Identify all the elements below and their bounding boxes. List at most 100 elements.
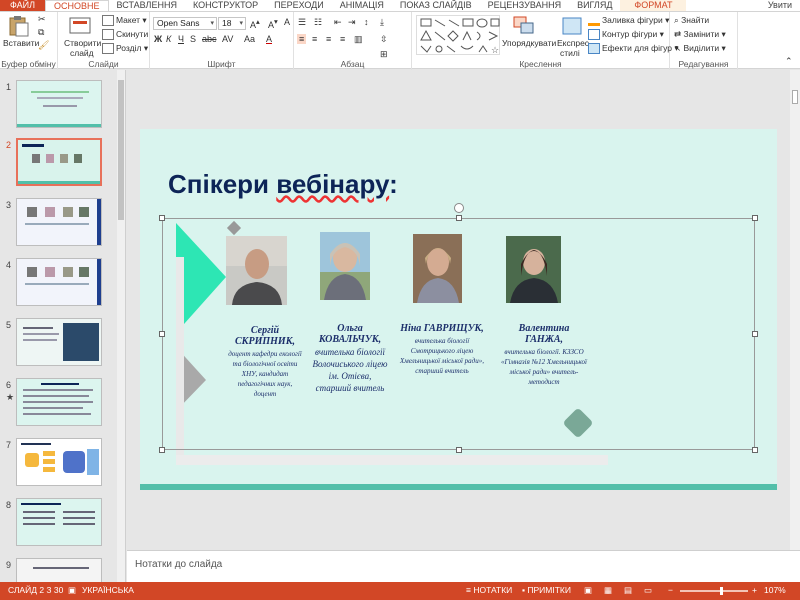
zoom-level[interactable]: 107%	[764, 585, 786, 595]
slide-thumbnail-1[interactable]	[16, 80, 102, 128]
copy-icon[interactable]: ⧉	[38, 27, 44, 38]
tab-review[interactable]: РЕЦЕНЗУВАННЯ	[480, 0, 569, 11]
comments-toggle[interactable]: ▪ ПРИМІТКИ	[522, 585, 571, 595]
align-right-icon[interactable]: ≡	[326, 34, 331, 44]
scrollbar-thumb[interactable]	[792, 90, 798, 104]
resize-handle[interactable]	[159, 331, 165, 337]
resize-handle[interactable]	[752, 447, 758, 453]
reset-button[interactable]: Скинути	[102, 29, 148, 41]
shadow-icon[interactable]: S	[190, 34, 196, 44]
resize-handle[interactable]	[159, 215, 165, 221]
increase-indent-icon[interactable]: ⇥	[348, 17, 356, 28]
section-button[interactable]: Розділ ▾	[102, 43, 148, 55]
clear-format-icon[interactable]: A	[284, 17, 290, 27]
new-slide-icon[interactable]	[68, 15, 92, 37]
spellcheck-icon[interactable]: ▣	[68, 585, 76, 596]
tab-file[interactable]: ФАЙЛ	[0, 0, 46, 11]
slide-thumbnails-pane[interactable]: 1 2 3 4 5 6 ★ 7 8 9	[0, 70, 126, 582]
slideshow-icon[interactable]: ▭	[644, 585, 652, 596]
resize-handle[interactable]	[752, 215, 758, 221]
italic-icon[interactable]: К	[166, 34, 171, 44]
slide-thumbnail-5[interactable]	[16, 318, 102, 366]
new-slide-button[interactable]: Створити	[64, 38, 101, 48]
zoom-out-icon[interactable]: −	[668, 585, 673, 595]
main-scrollbar[interactable]	[790, 70, 800, 550]
tab-view[interactable]: ВИГЛЯД	[569, 0, 620, 11]
font-size-combo[interactable]: 18 ▾	[218, 17, 246, 30]
tab-home[interactable]: ОСНОВНЕ	[45, 0, 109, 11]
columns-icon[interactable]: ▥	[354, 34, 363, 45]
change-case-icon[interactable]: Aa	[244, 34, 255, 44]
tab-insert[interactable]: ВСТАВЛЕННЯ	[109, 0, 185, 11]
shapes-gallery[interactable]: ☆	[416, 15, 500, 55]
quick-styles-icon[interactable]	[560, 15, 584, 37]
strikethrough-icon[interactable]: abc	[202, 34, 217, 44]
slide-thumbnail-7[interactable]	[16, 438, 102, 486]
resize-handle[interactable]	[456, 447, 462, 453]
quick-styles-button-line2[interactable]: стилі	[560, 48, 580, 58]
shrink-font-icon[interactable]: A▾	[268, 17, 278, 30]
zoom-slider[interactable]	[680, 587, 748, 595]
thumbnails-scrollbar[interactable]	[117, 70, 125, 582]
sign-in-user[interactable]: Увити	[760, 0, 800, 11]
language-indicator[interactable]: УКРАЇНСЬКА	[82, 585, 134, 595]
decrease-indent-icon[interactable]: ⇤	[334, 17, 342, 28]
slide-sorter-icon[interactable]: ▦	[604, 585, 612, 596]
slide-editing-area[interactable]: Спікери вебінару: Сергій СКРИПНИК, доцен…	[127, 70, 800, 550]
scrollbar-thumb[interactable]	[118, 80, 124, 220]
notes-toggle[interactable]: ≡ НОТАТКИ	[466, 585, 512, 595]
font-color-icon[interactable]: A	[266, 34, 272, 44]
slide-title[interactable]: Спікери вебінару:	[168, 169, 398, 200]
cut-icon[interactable]: ✂	[38, 14, 46, 25]
paste-icon[interactable]	[6, 15, 30, 37]
slide-thumbnail-4[interactable]	[16, 258, 102, 306]
text-direction-icon[interactable]: ⤓	[380, 17, 384, 28]
resize-handle[interactable]	[752, 331, 758, 337]
tab-design[interactable]: КОНСТРУКТОР	[185, 0, 266, 11]
selection-box[interactable]	[159, 203, 758, 453]
align-text-icon[interactable]: ⇳	[380, 34, 388, 45]
tab-animations[interactable]: АНІМАЦІЯ	[332, 0, 392, 11]
zoom-slider-thumb[interactable]	[720, 587, 723, 595]
arrange-icon[interactable]	[512, 15, 536, 37]
collapse-ribbon-icon[interactable]: ⌃	[785, 56, 793, 67]
char-spacing-icon[interactable]: AV	[222, 34, 233, 44]
replace-button[interactable]: ⇄ Замінити ▾	[674, 29, 726, 40]
zoom-in-icon[interactable]: +	[752, 585, 757, 595]
shape-fill-button[interactable]: Заливка фігури ▾	[588, 15, 669, 27]
reading-view-icon[interactable]: ▤	[624, 585, 632, 596]
grow-font-icon[interactable]: A▴	[250, 17, 260, 30]
rotate-handle-icon[interactable]	[454, 203, 464, 213]
resize-handle[interactable]	[159, 447, 165, 453]
line-spacing-icon[interactable]: ↕	[364, 17, 369, 27]
font-name-combo[interactable]: Open Sans ▾	[153, 17, 217, 30]
new-slide-button-line2[interactable]: слайд	[70, 48, 94, 58]
slide-thumbnail-8[interactable]	[16, 498, 102, 546]
normal-view-icon[interactable]: ▣	[584, 585, 592, 596]
shape-outline-button[interactable]: Контур фігури ▾	[588, 29, 664, 41]
layout-button[interactable]: Макет ▾	[102, 15, 147, 27]
slide-thumbnail-9[interactable]	[16, 558, 102, 582]
slide-thumbnail-2[interactable]	[16, 138, 102, 186]
paste-button[interactable]: Вставити	[3, 38, 39, 48]
bullets-icon[interactable]: ☰	[298, 17, 306, 28]
align-left-icon[interactable]: ≡	[297, 34, 307, 44]
arrange-button[interactable]: Упорядкувати	[502, 38, 556, 48]
tab-format[interactable]: ФОРМАТ	[620, 0, 687, 11]
justify-icon[interactable]: ≡	[340, 34, 345, 44]
tab-transitions[interactable]: ПЕРЕХОДИ	[266, 0, 332, 11]
slide-thumbnail-6[interactable]	[16, 378, 102, 426]
find-button[interactable]: ⌕ Знайти	[674, 15, 709, 26]
quick-styles-button[interactable]: Експрес-	[557, 38, 592, 48]
align-center-icon[interactable]: ≡	[312, 34, 317, 44]
tab-slideshow[interactable]: ПОКАЗ СЛАЙДІВ	[392, 0, 480, 11]
numbering-icon[interactable]: ☷	[314, 17, 322, 28]
underline-icon[interactable]: Ч	[178, 34, 184, 44]
select-button[interactable]: ↖ Виділити ▾	[674, 43, 726, 54]
shape-effects-button[interactable]: Ефекти для фігур ▾	[588, 43, 679, 55]
slide-thumbnail-3[interactable]	[16, 198, 102, 246]
resize-handle[interactable]	[456, 215, 462, 221]
bold-icon[interactable]: Ж	[154, 34, 162, 44]
notes-pane[interactable]: Нотатки до слайда	[127, 550, 800, 582]
format-painter-icon[interactable]: 🖌	[38, 40, 49, 51]
